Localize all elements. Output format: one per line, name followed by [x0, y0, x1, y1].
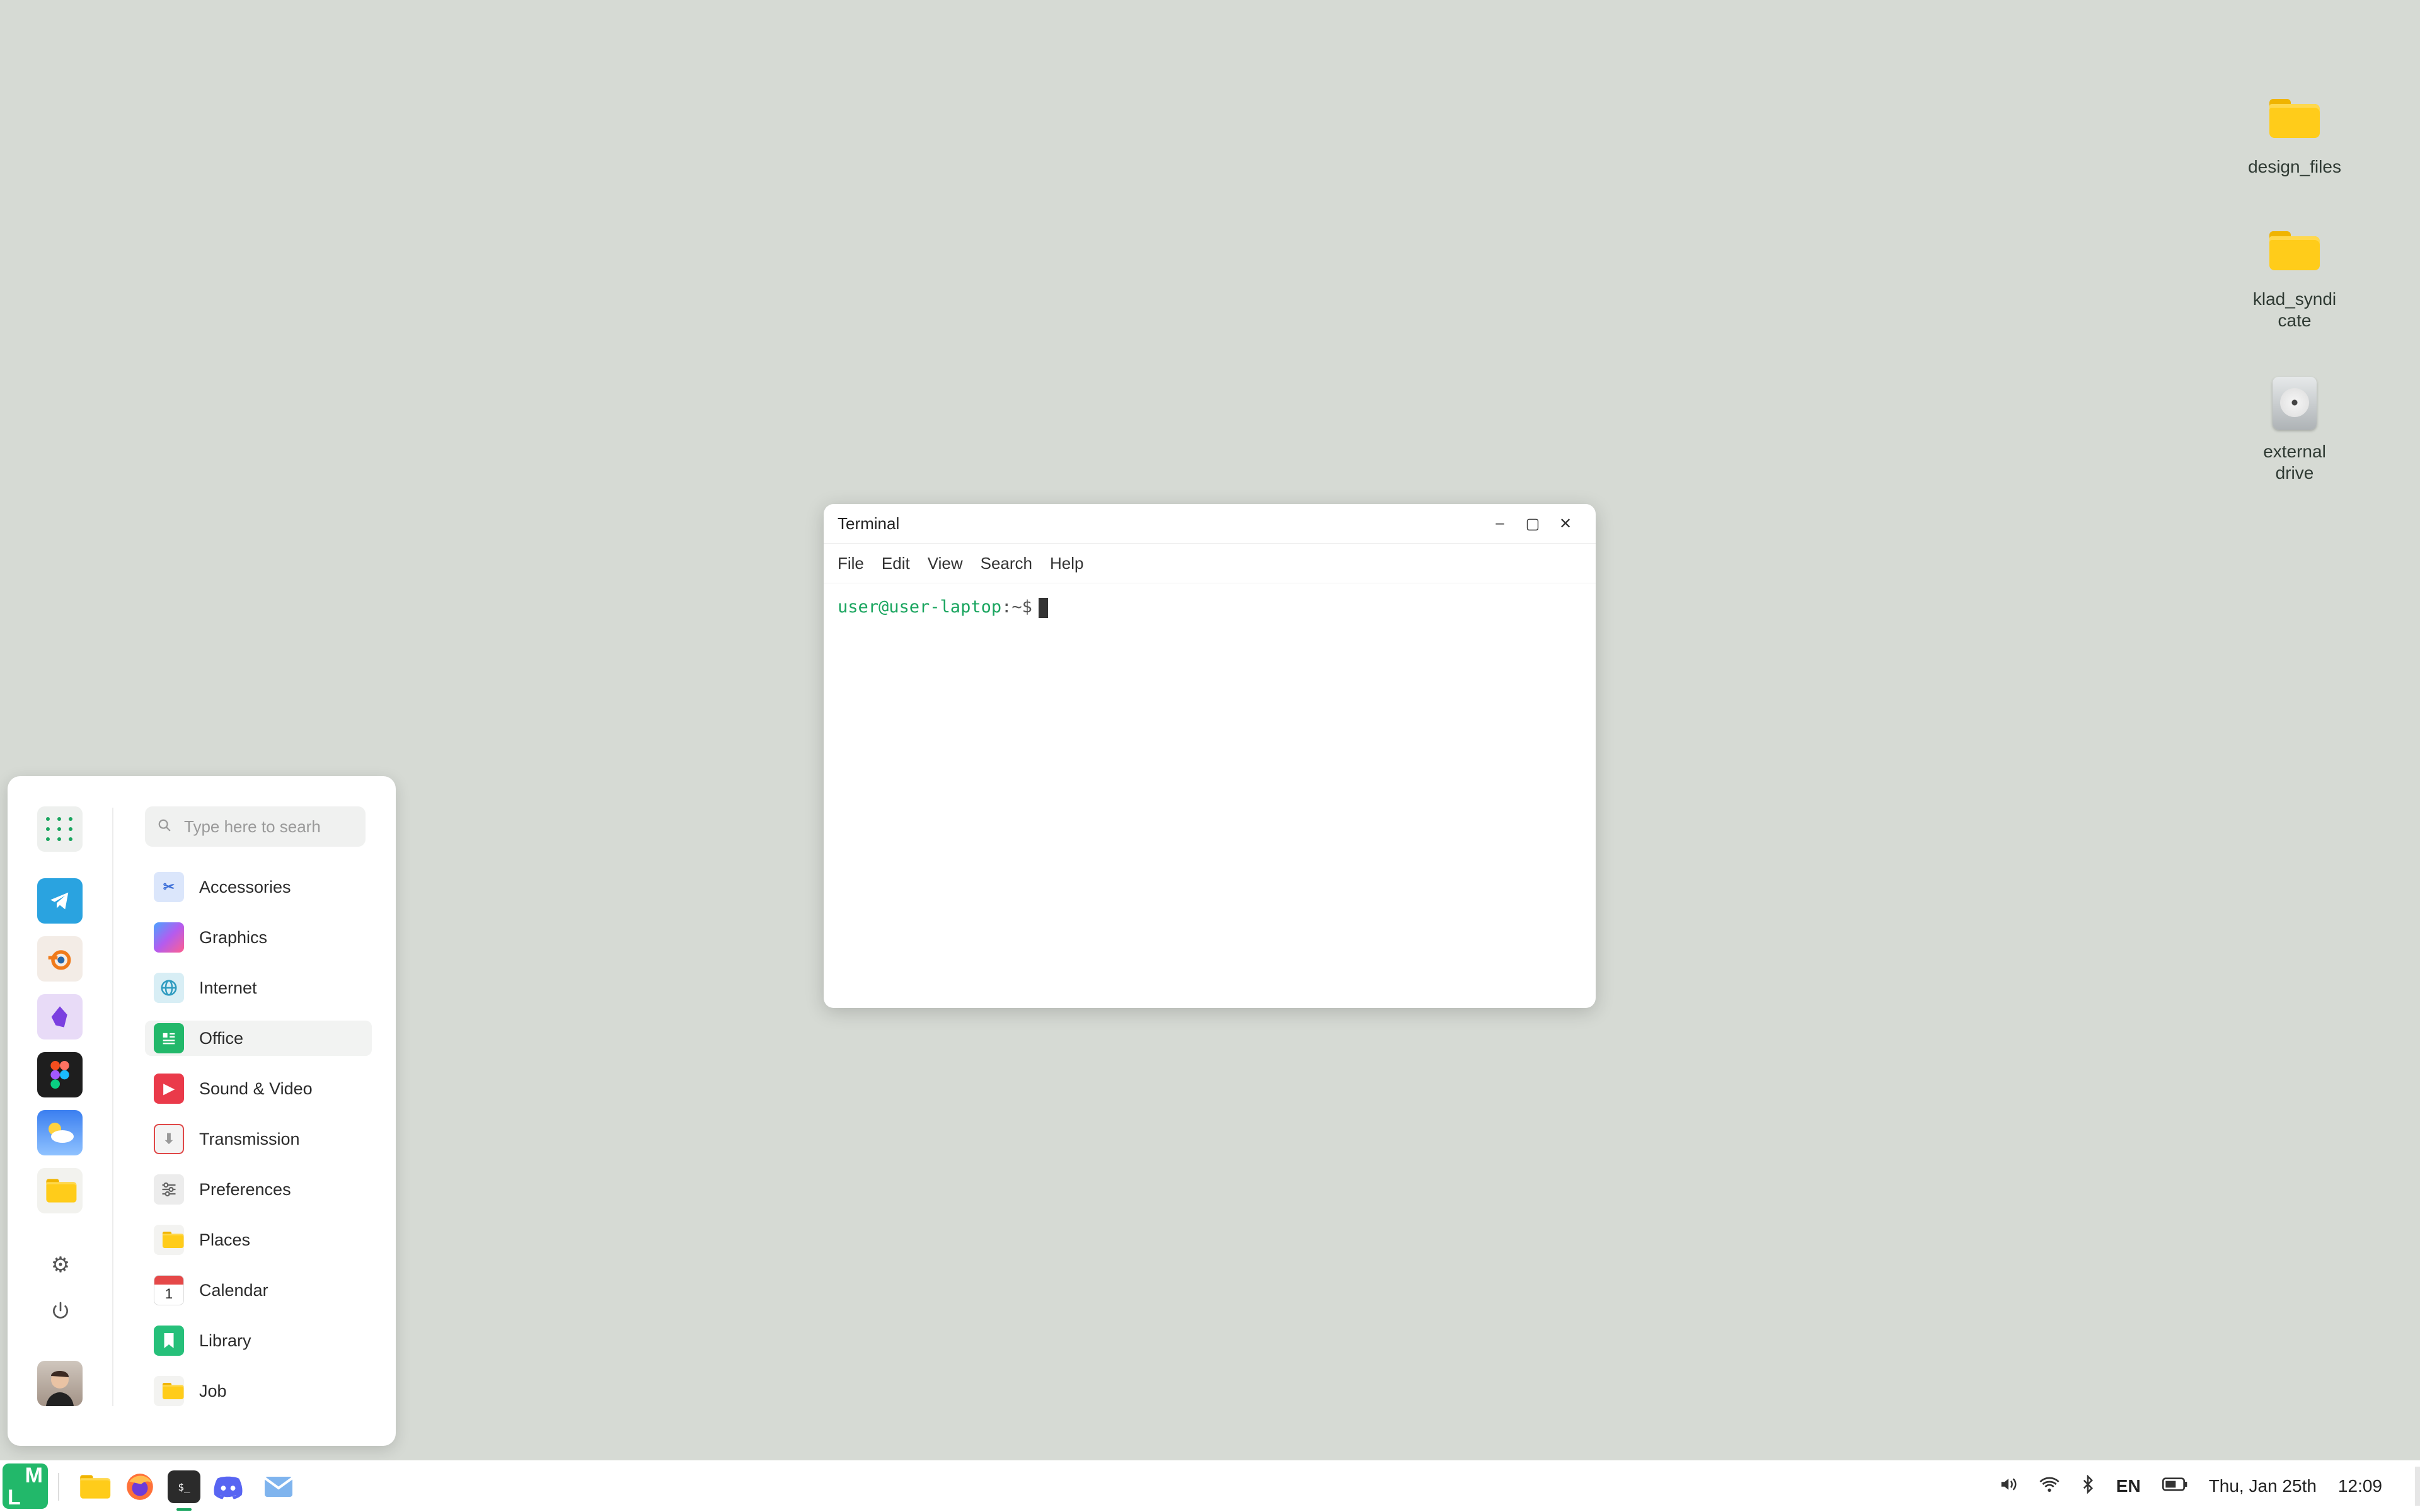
terminal-titlebar[interactable]: Terminal – ▢ ✕: [824, 504, 1596, 544]
terminal-menubar: File Edit View Search Help: [824, 544, 1596, 583]
category-label: Preferences: [199, 1179, 291, 1199]
terminal-output[interactable]: user@user-laptop:~$: [824, 583, 1596, 632]
settings-icon[interactable]: ⚙: [48, 1252, 73, 1278]
desktop-icon-external-drive[interactable]: external drive: [2232, 373, 2358, 484]
date-label[interactable]: Thu, Jan 25th: [2209, 1476, 2317, 1496]
logo-letter-l: L: [8, 1486, 21, 1509]
calendar-icon: 1: [154, 1275, 184, 1305]
menu-view[interactable]: View: [928, 554, 963, 573]
desktop-icon-design-files[interactable]: design_files: [2232, 88, 2358, 178]
desktop-icon-label: external drive: [2263, 442, 2326, 483]
globe-icon: [154, 973, 184, 1003]
terminal-icon[interactable]: $_: [168, 1470, 200, 1503]
power-icon[interactable]: [48, 1298, 73, 1323]
drive-icon: [2264, 373, 2325, 433]
mail-icon[interactable]: [261, 1469, 296, 1504]
taskbar: M L $_ EN Thu, Jan 25th 12:09: [0, 1460, 2420, 1512]
folder-icon: [2264, 220, 2325, 281]
search-input[interactable]: [183, 816, 349, 837]
grid-icon: [46, 817, 74, 841]
category-preferences[interactable]: Preferences: [145, 1172, 372, 1207]
avatar[interactable]: [37, 1361, 83, 1406]
category-label: Transmission: [199, 1129, 300, 1148]
category-label: Internet: [199, 978, 257, 997]
start-menu-button[interactable]: M L: [3, 1463, 48, 1509]
category-graphics[interactable]: Graphics: [145, 920, 372, 955]
show-desktop-edge[interactable]: [2415, 1467, 2420, 1506]
volume-icon[interactable]: [1999, 1475, 2018, 1498]
terminal-window[interactable]: Terminal – ▢ ✕ File Edit View Search Hel…: [824, 504, 1596, 1008]
scissors-icon: ✂: [154, 872, 184, 902]
play-icon: ▶: [154, 1074, 184, 1104]
menu-search[interactable]: Search: [981, 554, 1032, 573]
transmission-icon: ⬇: [154, 1124, 184, 1154]
close-icon[interactable]: ✕: [1549, 515, 1582, 533]
discord-icon[interactable]: [210, 1469, 246, 1504]
battery-icon[interactable]: [2162, 1476, 2187, 1496]
category-label: Sound & Video: [199, 1079, 313, 1098]
prompt-user: user@user-laptop: [838, 597, 1002, 617]
desktop-icon-label: klad_syndicate: [2252, 289, 2337, 330]
sliders-icon: [154, 1174, 184, 1205]
window-title: Terminal: [838, 513, 900, 533]
start-menu-divider: [112, 808, 113, 1406]
wifi-icon[interactable]: [2039, 1475, 2060, 1498]
bookmark-icon: [154, 1326, 184, 1356]
active-indicator: [176, 1508, 192, 1511]
menu-file[interactable]: File: [838, 554, 864, 573]
category-calendar[interactable]: 1 Calendar: [145, 1273, 372, 1308]
obsidian-icon[interactable]: [37, 994, 83, 1040]
desktop-icon-klad-syndicate[interactable]: klad_syndicate: [2232, 220, 2358, 331]
category-label: Graphics: [199, 927, 268, 947]
all-apps-button[interactable]: [37, 806, 83, 852]
category-label: Office: [199, 1028, 244, 1048]
graphics-icon: [154, 922, 184, 953]
logo-letter-m: M: [25, 1463, 43, 1487]
category-sound-video[interactable]: ▶ Sound & Video: [145, 1071, 372, 1106]
maximize-icon[interactable]: ▢: [1516, 515, 1549, 533]
category-label: Places: [199, 1230, 251, 1249]
prompt-path: :~$: [1001, 597, 1032, 617]
menu-help[interactable]: Help: [1050, 554, 1083, 573]
minimize-icon[interactable]: –: [1484, 515, 1516, 532]
folder-icon: [154, 1376, 184, 1406]
folder-icon: [154, 1225, 184, 1255]
category-label: Job: [199, 1381, 227, 1400]
category-job[interactable]: Job: [145, 1373, 372, 1409]
firefox-icon[interactable]: [122, 1469, 158, 1504]
time-label[interactable]: 12:09: [2338, 1476, 2382, 1496]
search-icon: [158, 818, 171, 835]
telegram-icon[interactable]: [37, 878, 83, 924]
weather-icon[interactable]: [37, 1110, 83, 1155]
office-icon: [154, 1023, 184, 1053]
search-box[interactable]: [145, 806, 366, 847]
category-library[interactable]: Library: [145, 1323, 372, 1358]
category-label: Calendar: [199, 1280, 268, 1300]
system-tray: EN Thu, Jan 25th 12:09: [1999, 1460, 2382, 1512]
text-cursor: [1038, 597, 1048, 618]
category-transmission[interactable]: ⬇ Transmission: [145, 1121, 372, 1157]
category-label: Accessories: [199, 877, 291, 896]
files-icon[interactable]: [73, 1469, 111, 1504]
category-label: Library: [199, 1331, 251, 1350]
category-accessories[interactable]: ✂ Accessories: [145, 869, 372, 905]
files-icon[interactable]: [37, 1168, 83, 1213]
category-internet[interactable]: Internet: [145, 970, 372, 1005]
calendar-day: 1: [164, 1286, 173, 1302]
start-menu: ⚙ ✂ Accessories Graphics Internet Office…: [8, 776, 396, 1446]
bluetooth-icon[interactable]: [2081, 1474, 2095, 1498]
figma-icon[interactable]: [37, 1052, 83, 1097]
blender-icon[interactable]: [37, 936, 83, 982]
category-places[interactable]: Places: [145, 1222, 372, 1257]
menu-edit[interactable]: Edit: [882, 554, 910, 573]
folder-icon: [2264, 88, 2325, 149]
category-office[interactable]: Office: [145, 1021, 372, 1056]
desktop-icon-label: design_files: [2248, 157, 2341, 176]
keyboard-language[interactable]: EN: [2116, 1476, 2141, 1496]
taskbar-separator: [58, 1473, 59, 1501]
